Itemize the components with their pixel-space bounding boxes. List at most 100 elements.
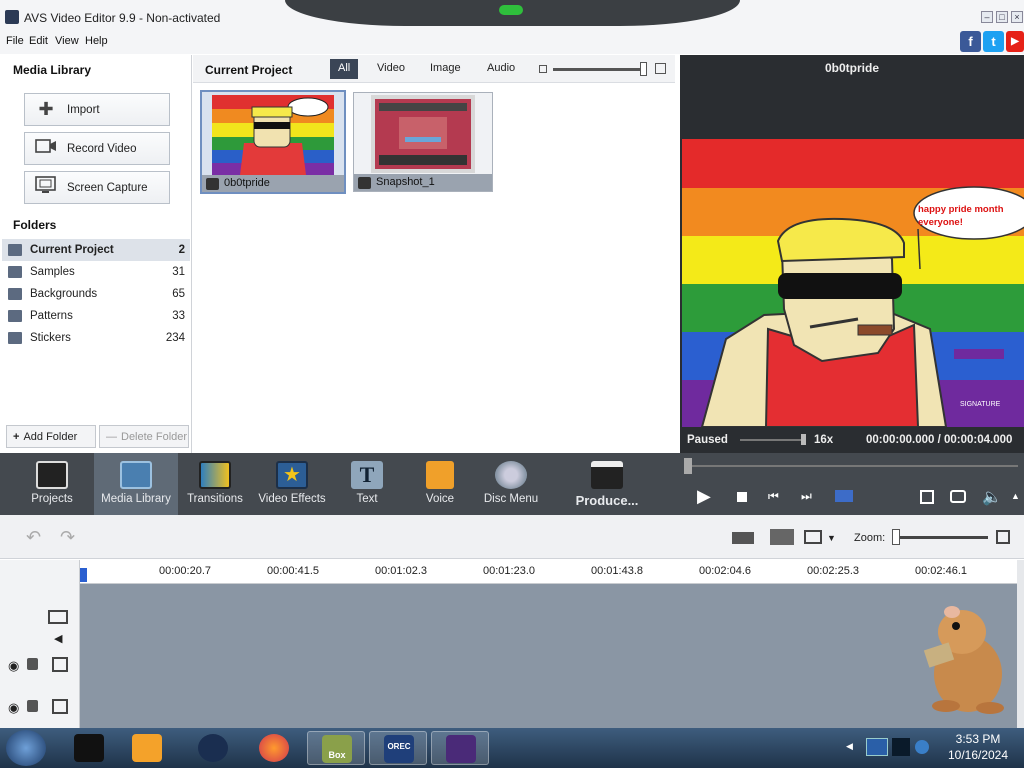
toolbar-media-library[interactable]: Media Library: [94, 453, 178, 515]
media-item-caption: 0b0tpride: [202, 175, 344, 192]
tray-app-icon[interactable]: [892, 738, 910, 756]
next-frame-icon[interactable]: ⏭: [801, 489, 812, 504]
app-icon: [5, 10, 19, 24]
taskbar-app-box[interactable]: [60, 731, 118, 765]
zoom-slider-handle[interactable]: [892, 529, 900, 545]
produce-icon: [591, 461, 623, 489]
start-button[interactable]: [6, 730, 46, 766]
system-clock[interactable]: 3:53 PM 10/16/2024: [938, 731, 1018, 765]
folder-samples[interactable]: Samples 31: [2, 261, 190, 283]
firefox-icon: [259, 734, 289, 762]
delete-folder-button[interactable]: — Delete Folder: [99, 425, 189, 448]
track-headers: ◀ ◉ ◉: [0, 560, 80, 728]
snapshot-icon[interactable]: [950, 490, 966, 503]
folder-stickers[interactable]: Stickers 234: [2, 327, 190, 349]
slider-handle[interactable]: [640, 62, 647, 76]
taskbar-media-player[interactable]: [118, 731, 176, 765]
vertical-scrollbar[interactable]: [1017, 560, 1024, 728]
storyboard-icon[interactable]: [732, 532, 754, 544]
import-button[interactable]: ✚ Import: [24, 93, 170, 126]
folder-backgrounds[interactable]: Backgrounds 65: [2, 283, 190, 305]
youtube-icon[interactable]: ▶: [1006, 31, 1024, 52]
timeline-ruler[interactable]: 00:00:20.7 00:00:41.5 00:01:02.3 00:01:2…: [80, 560, 1020, 584]
zoom-slider[interactable]: [894, 536, 988, 539]
speed-slider[interactable]: [740, 439, 806, 441]
fullscreen-icon[interactable]: [920, 490, 934, 504]
clock-time: 3:53 PM: [955, 732, 1001, 746]
led-indicator: [499, 5, 523, 15]
media-item-caption: Snapshot_1: [354, 174, 492, 191]
clock-date: 10/16/2024: [947, 748, 1009, 762]
lock-icon[interactable]: [27, 700, 38, 712]
tab-all[interactable]: All: [330, 59, 359, 79]
tray-expand-icon[interactable]: ◀: [846, 741, 853, 752]
chevron-down-icon[interactable]: ▼: [827, 533, 836, 543]
eye-icon[interactable]: ◉: [8, 700, 19, 716]
media-library-header: Media Library: [13, 63, 92, 77]
network-icon[interactable]: [866, 738, 888, 756]
toolbar-produce[interactable]: Produce...: [560, 453, 654, 515]
redo-icon[interactable]: ↷: [60, 527, 75, 548]
volume-up-icon[interactable]: ▲: [1011, 491, 1020, 501]
playhead-marker[interactable]: [80, 568, 87, 582]
mute-icon[interactable]: ◀: [54, 632, 62, 645]
audio-mixer-icon[interactable]: [770, 529, 794, 545]
hamster-sticker-image: [923, 606, 1004, 714]
folder-current-project[interactable]: Current Project 2: [2, 239, 190, 261]
media-item-0b0tpride[interactable]: 0b0tpride: [200, 90, 346, 194]
taskbar-firefox[interactable]: [245, 731, 303, 765]
seek-handle[interactable]: [684, 458, 692, 474]
folders-header: Folders: [13, 218, 57, 232]
maximize-button[interactable]: □: [996, 11, 1008, 23]
taskbar-box-app[interactable]: Box: [307, 731, 365, 765]
toolbar-projects[interactable]: Projects: [10, 453, 94, 515]
toolbar-video-effects[interactable]: ★ Video Effects: [250, 453, 334, 515]
media-item-snapshot-1[interactable]: Snapshot_1: [353, 92, 493, 192]
menu-file[interactable]: File: [6, 35, 24, 47]
plus-icon: +: [13, 430, 20, 443]
eye-icon[interactable]: ◉: [8, 658, 19, 674]
split-view-icon[interactable]: [835, 490, 853, 502]
taskbar-recorder[interactable]: OREC: [369, 731, 427, 765]
undo-icon[interactable]: ↶: [26, 527, 41, 548]
play-icon[interactable]: ▶: [697, 486, 711, 507]
fit-zoom-icon[interactable]: [996, 530, 1010, 544]
folder-patterns[interactable]: Patterns 33: [2, 305, 190, 327]
taskbar: Box OREC ◀: [0, 728, 1024, 768]
menu-edit[interactable]: Edit: [29, 35, 48, 47]
seek-bar[interactable]: [686, 465, 1018, 467]
menu-view[interactable]: View: [55, 35, 79, 47]
facebook-icon[interactable]: f: [960, 31, 981, 52]
lock-icon[interactable]: [27, 658, 38, 670]
screen-capture-button[interactable]: Screen Capture: [24, 171, 170, 204]
taskbar-video-editor[interactable]: [431, 731, 489, 765]
media-player-icon: [132, 734, 162, 762]
tab-audio[interactable]: Audio: [479, 59, 523, 79]
close-button[interactable]: ×: [1011, 11, 1023, 23]
taskbar-browser[interactable]: [184, 731, 242, 765]
toolbar-disc-menu[interactable]: Disc Menu: [469, 453, 553, 515]
tab-image[interactable]: Image: [422, 59, 469, 79]
thumb-size-slider[interactable]: [553, 68, 645, 71]
small-thumb-icon[interactable]: [539, 65, 547, 73]
record-video-button[interactable]: Record Video: [24, 132, 170, 165]
globe-icon: [198, 734, 228, 762]
twitter-icon[interactable]: t: [983, 31, 1004, 52]
add-folder-button[interactable]: + Add Folder: [6, 425, 96, 448]
playback-time: 00:00:00.000 / 00:00:04.000: [866, 434, 1013, 446]
minimize-button[interactable]: –: [981, 11, 993, 23]
project-header-bar: Current Project All Video Image Audio: [193, 55, 675, 83]
toolbar-transitions[interactable]: Transitions: [173, 453, 257, 515]
previous-frame-icon[interactable]: ⏮: [768, 489, 779, 504]
stop-icon[interactable]: [737, 492, 747, 502]
aspect-ratio-icon[interactable]: [804, 530, 822, 544]
timeline-tracks[interactable]: [80, 584, 1020, 728]
speed-slider-handle[interactable]: [801, 434, 806, 445]
menu-help[interactable]: Help: [85, 35, 108, 47]
tray-info-icon[interactable]: [915, 740, 929, 754]
folder-icon: [8, 266, 22, 278]
toolbar-text[interactable]: T Text: [325, 453, 409, 515]
tab-video[interactable]: Video: [369, 59, 413, 79]
volume-icon[interactable]: 🔈: [982, 487, 1002, 507]
large-thumb-icon[interactable]: [655, 63, 666, 74]
